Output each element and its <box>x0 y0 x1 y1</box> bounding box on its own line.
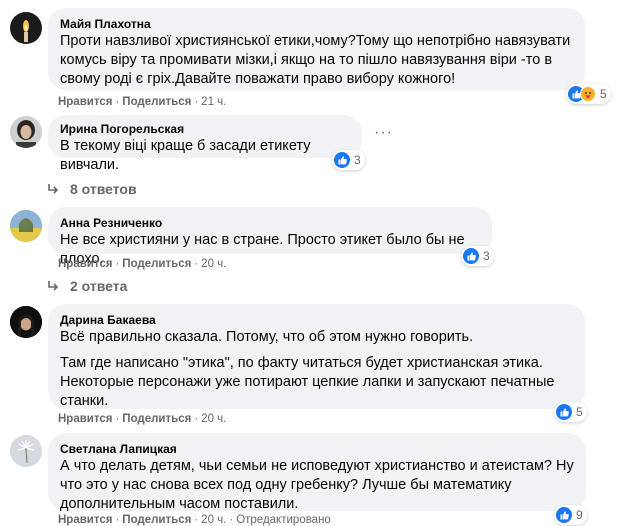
reaction-count: 9 <box>576 508 583 522</box>
comment-paragraph: Всё правильно сказала. Потому, что об эт… <box>60 329 474 345</box>
reactions-summary[interactable]: 9 <box>554 505 587 525</box>
separator-dot: · <box>229 514 234 526</box>
separator-dot: · <box>115 413 120 425</box>
separator-dot: · <box>194 258 199 270</box>
avatar-photo-image <box>10 306 42 338</box>
comment-actions: Нравится · Поделиться · 20 ч. · Отредактирован… <box>58 514 331 526</box>
more-options-icon[interactable]: ··· <box>374 124 393 142</box>
separator-dot: · <box>115 258 120 270</box>
comment-timestamp[interactable]: 20 ч. <box>201 413 226 425</box>
comment-actions: Нравится · Поделиться · 20 ч. <box>58 258 226 270</box>
comment-bubble: Ирина Погорельская В текому віці краще б… <box>48 115 362 173</box>
comment-bubble: Анна Резниченко Не все християни у нас в… <box>48 207 492 267</box>
comment-paragraph: Там где написано "этика", по факту читат… <box>60 355 555 409</box>
comment-timestamp[interactable]: 20 ч. <box>201 514 226 526</box>
reaction-count: 5 <box>600 87 607 101</box>
comment-paragraph: В текому віці краще б засади етикету вив… <box>60 138 311 173</box>
reaction-count: 5 <box>576 405 583 419</box>
like-button[interactable]: Нравится <box>58 258 112 270</box>
like-icon <box>556 404 572 420</box>
like-button[interactable]: Нравится <box>58 514 112 526</box>
edited-label: Отредактировано <box>236 514 331 526</box>
comment-actions: Нравится · Поделиться · 21 ч. <box>58 96 226 108</box>
like-button[interactable]: Нравится <box>58 413 112 425</box>
replies-count[interactable]: 2 ответа <box>70 278 127 294</box>
care-icon <box>580 86 596 102</box>
comment-author[interactable]: Ирина Погорельская <box>60 121 350 137</box>
avatar[interactable] <box>10 435 42 467</box>
avatar[interactable] <box>10 12 42 44</box>
comment-author[interactable]: Анна Резниченко <box>60 215 480 231</box>
reactions-summary[interactable]: 5 <box>566 84 611 104</box>
view-replies-button[interactable]: 2 ответа <box>46 278 127 294</box>
avatar[interactable] <box>10 116 42 148</box>
comment-actions: Нравится · Поделиться · 20 ч. <box>58 413 226 425</box>
avatar-photo-image <box>10 210 42 242</box>
avatar-candle-image <box>23 20 29 42</box>
comment-text: Всё правильно сказала. Потому, что об эт… <box>60 328 573 411</box>
share-button[interactable]: Поделиться <box>122 96 191 108</box>
reactions-summary[interactable]: 5 <box>554 402 587 422</box>
avatar-photo-image <box>10 116 42 148</box>
comment-paragraph: Проти навзливої християнської етики,чому… <box>60 33 571 87</box>
reply-arrow-icon <box>48 281 59 291</box>
like-icon <box>334 152 350 168</box>
separator-dot: · <box>194 96 199 108</box>
separator-dot: · <box>115 514 120 526</box>
comment-timestamp[interactable]: 20 ч. <box>201 258 226 270</box>
comment-timestamp[interactable]: 21 ч. <box>201 96 226 108</box>
share-button[interactable]: Поделиться <box>122 413 191 425</box>
replies-count[interactable]: 8 ответов <box>70 181 137 197</box>
comment-bubble: Светлана Лапицкая А что делать детям, чь… <box>48 433 586 514</box>
avatar[interactable] <box>10 306 42 338</box>
comment-author[interactable]: Светлана Лапицкая <box>60 441 574 457</box>
avatar[interactable] <box>10 210 42 242</box>
comment-bubble: Майя Плахотна Проти навзливої християнсь… <box>48 8 585 90</box>
like-icon <box>556 507 572 523</box>
comment-text: А что делать детям, чьи семьи не исповед… <box>60 457 574 514</box>
view-replies-button[interactable]: 8 ответов <box>46 181 137 197</box>
separator-dot: · <box>194 413 199 425</box>
reaction-count: 3 <box>354 153 361 167</box>
comment-author[interactable]: Майя Плахотна <box>60 16 573 32</box>
comment-text: Проти навзливої християнської етики,чому… <box>60 32 573 89</box>
separator-dot: · <box>194 514 199 526</box>
comment-paragraph: А что делать детям, чьи семьи не исповед… <box>60 458 574 512</box>
share-button[interactable]: Поделиться <box>122 258 191 270</box>
separator-dot: · <box>115 96 120 108</box>
reactions-summary[interactable]: 3 <box>332 150 365 170</box>
share-button[interactable]: Поделиться <box>122 514 191 526</box>
comment-bubble: Дарина Бакаева Всё правильно сказала. По… <box>48 304 585 409</box>
reaction-count: 3 <box>483 249 490 263</box>
comment-text: В текому віці краще б засади етикету вив… <box>60 137 350 175</box>
like-button[interactable]: Нравится <box>58 96 112 108</box>
reply-arrow-icon <box>48 184 59 194</box>
reactions-summary[interactable]: 3 <box>461 246 494 266</box>
like-icon <box>463 248 479 264</box>
comment-author[interactable]: Дарина Бакаева <box>60 312 573 328</box>
dandelion-avatar-icon <box>10 435 42 467</box>
